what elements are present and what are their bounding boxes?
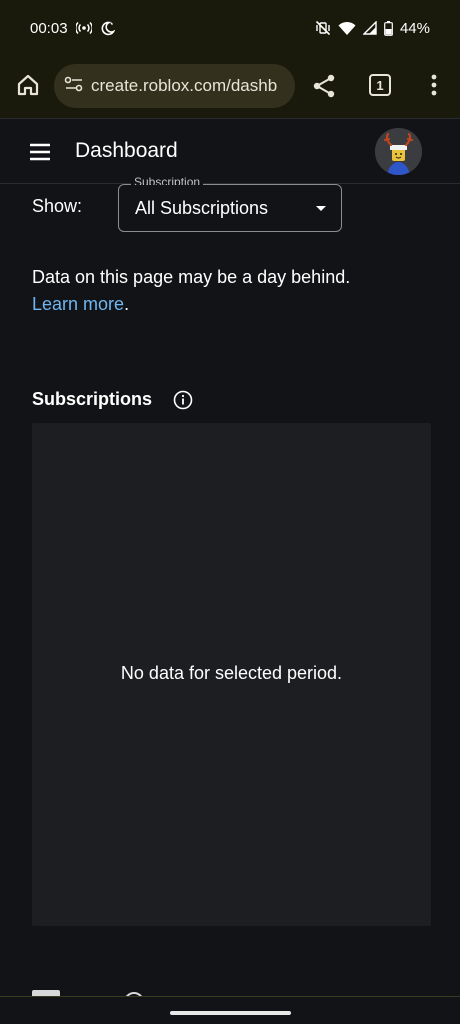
select-legend: Subscription bbox=[131, 176, 204, 185]
dnd-moon-icon bbox=[100, 21, 115, 36]
signal-icon bbox=[362, 21, 377, 35]
subscriptions-title: Subscriptions bbox=[32, 389, 153, 409]
select-value[interactable]: All Subscriptions bbox=[135, 198, 268, 219]
battery-icon bbox=[384, 20, 393, 36]
data-delay-notice: Data on this page may be a day behind. L… bbox=[32, 264, 432, 318]
status-time: 00:03 bbox=[30, 19, 68, 37]
show-label: Show: bbox=[32, 196, 83, 216]
share-icon bbox=[313, 74, 335, 98]
empty-state-message: No data for selected period. bbox=[120, 663, 343, 683]
app-header: Dashboard bbox=[0, 118, 460, 184]
hotspot-icon bbox=[75, 21, 92, 35]
share-button[interactable] bbox=[311, 73, 337, 99]
hamburger-menu-icon bbox=[30, 143, 50, 161]
url-bar[interactable]: create.roblox.com/dashb bbox=[54, 64, 295, 108]
notice-suffix: . bbox=[124, 294, 130, 314]
info-icon[interactable] bbox=[173, 390, 193, 410]
more-vert-button[interactable] bbox=[424, 72, 444, 98]
notice-text: Data on this page may be a day behind. bbox=[32, 267, 351, 287]
avatar[interactable] bbox=[375, 128, 422, 175]
home-icon bbox=[17, 74, 39, 96]
learn-more-link[interactable]: Learn more bbox=[32, 294, 124, 314]
subscription-select[interactable]: Subscription All Subscriptions bbox=[118, 176, 342, 232]
home-gesture-handle[interactable] bbox=[170, 1011, 291, 1015]
tab-switcher-button[interactable]: 1 bbox=[369, 74, 391, 96]
site-settings-icon[interactable] bbox=[64, 76, 84, 97]
subscriptions-chart-panel: No data for selected period. bbox=[32, 423, 431, 926]
url-text[interactable]: create.roblox.com/dashb bbox=[91, 76, 277, 96]
home-button[interactable] bbox=[14, 71, 42, 99]
browser-toolbar: create.roblox.com/dashb 1 bbox=[0, 56, 460, 118]
mute-vibrate-icon bbox=[315, 20, 331, 36]
more-vert-icon bbox=[431, 74, 437, 96]
hamburger-menu-button[interactable] bbox=[29, 143, 51, 161]
page-title: Dashboard bbox=[75, 139, 178, 162]
status-left: 00:03 bbox=[30, 20, 115, 37]
status-bar: 00:03 44% bbox=[0, 0, 460, 56]
gesture-nav-area bbox=[0, 996, 460, 1024]
caret-down-icon[interactable] bbox=[316, 206, 326, 211]
battery-percent: 44% bbox=[399, 19, 430, 37]
wifi-icon bbox=[338, 21, 356, 36]
status-right: 44% bbox=[315, 20, 430, 37]
